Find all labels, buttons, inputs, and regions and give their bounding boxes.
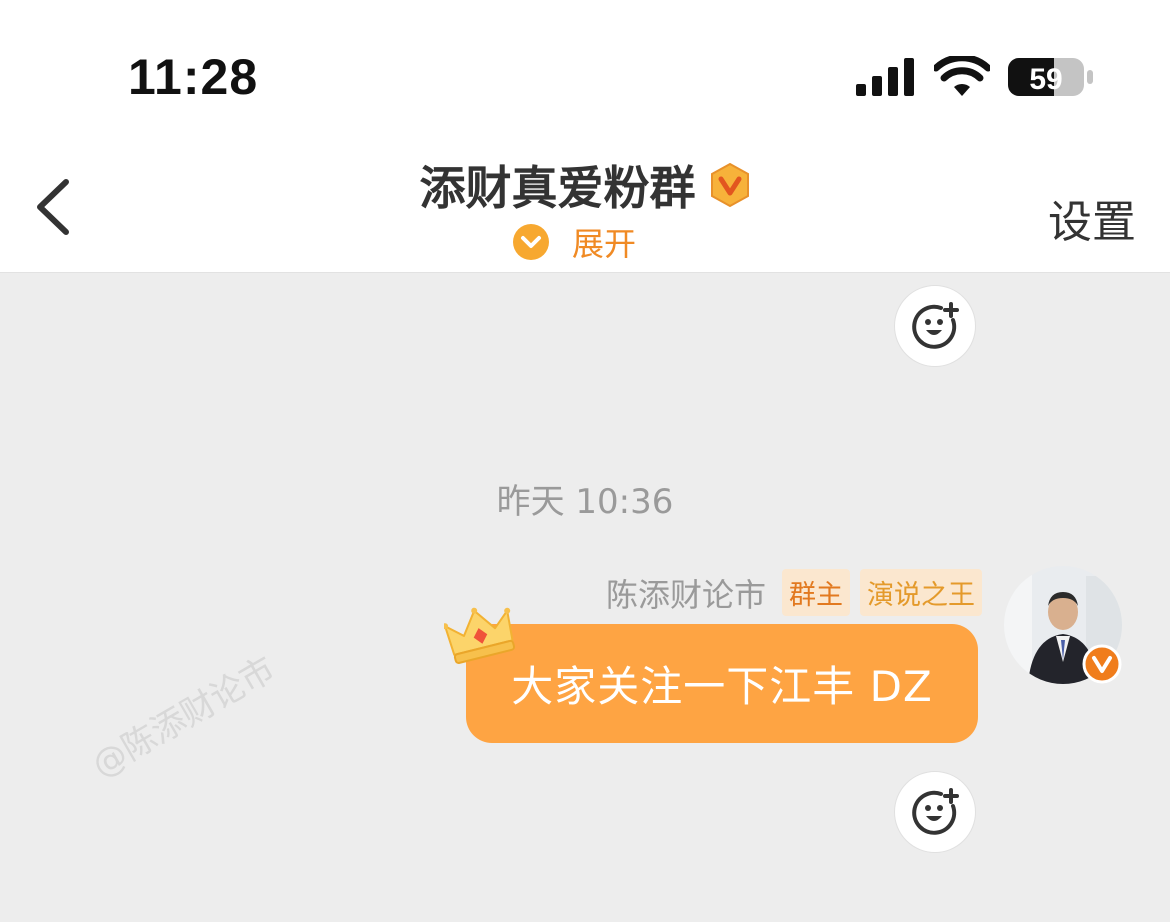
cellular-signal-icon [856, 58, 914, 96]
battery-icon: 59 [1008, 58, 1093, 96]
message-text: 大家关注一下江丰 DZ [511, 662, 933, 711]
title-tag: 演说之王 [860, 569, 982, 616]
sender-name[interactable]: 陈添财论市 [606, 570, 766, 616]
watermark: @陈添财论市 [85, 649, 283, 786]
chevron-down-circle-icon [513, 224, 549, 260]
message-timestamp: 昨天 10:36 [496, 482, 674, 522]
status-bar: 11:28 59 [0, 0, 1170, 130]
settings-button[interactable]: 设置 [1048, 186, 1136, 250]
battery-level: 59 [1029, 63, 1062, 96]
wifi-icon [934, 56, 990, 96]
status-time: 11:28 [128, 49, 259, 105]
chat-header: 添财真爱粉群 展开 设置 [0, 130, 1170, 273]
verified-badge-icon [1082, 644, 1122, 684]
crown-icon [444, 607, 516, 664]
group-title-wrap: 添财真爱粉群 [0, 152, 1170, 218]
expand-label: 展开 [572, 225, 637, 263]
vip-v-badge-icon [710, 162, 749, 208]
add-reaction-button[interactable] [894, 285, 976, 367]
add-reaction-button[interactable] [894, 771, 976, 853]
sender-row: 陈添财论市 群主 演说之王 [606, 569, 982, 616]
group-owner-tag: 群主 [782, 569, 850, 616]
add-emoji-reaction-icon [912, 788, 959, 835]
group-title[interactable]: 添财真爱粉群 [419, 152, 695, 218]
add-emoji-reaction-icon [912, 302, 959, 349]
message-bubble[interactable]: 大家关注一下江丰 DZ [466, 624, 978, 743]
expand-toggle[interactable]: 展开 [512, 220, 636, 264]
